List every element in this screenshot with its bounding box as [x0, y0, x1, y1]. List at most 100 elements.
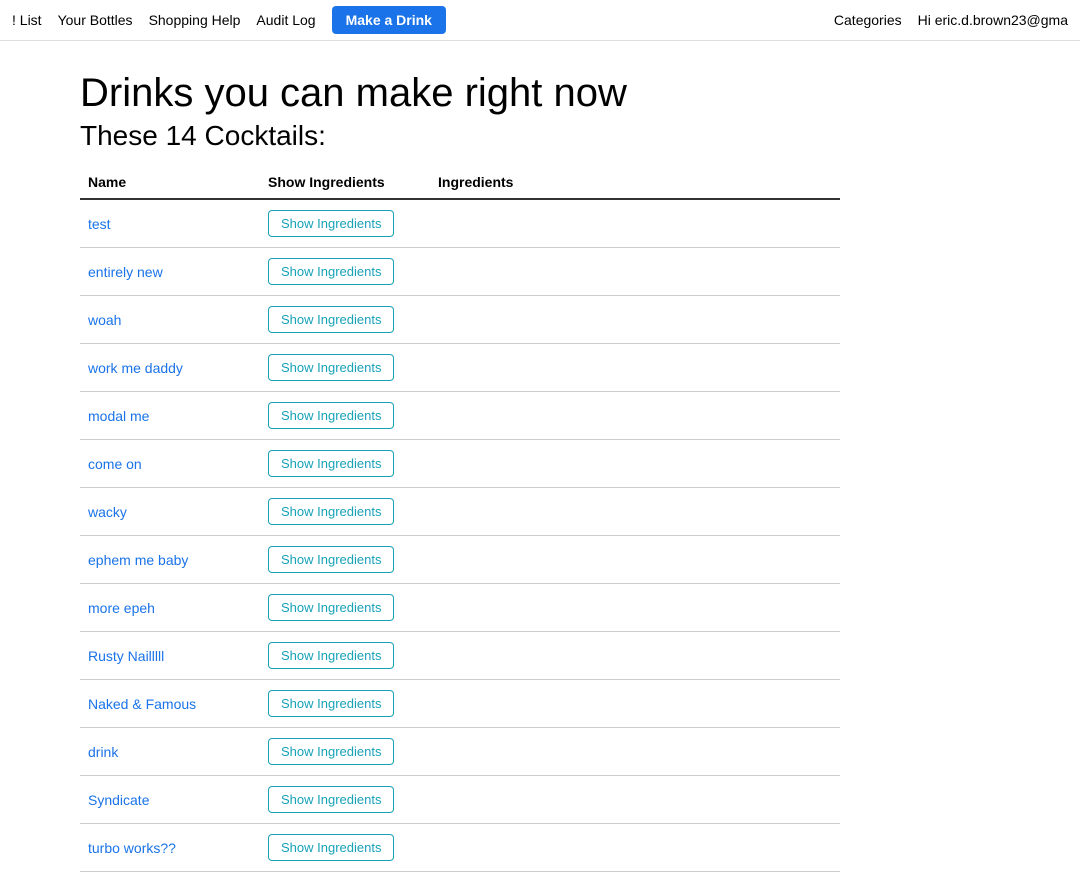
drink-name-cell: Syndicate [80, 776, 260, 824]
drink-name-cell: Rusty Nailllll [80, 632, 260, 680]
table-row: entirely new Show Ingredients [80, 248, 840, 296]
nav-your-bottles-link[interactable]: Your Bottles [58, 12, 133, 28]
drink-link[interactable]: woah [88, 312, 121, 328]
show-ingredients-cell: Show Ingredients [260, 488, 430, 536]
show-ingredients-button[interactable]: Show Ingredients [268, 402, 394, 429]
col-header-name: Name [80, 168, 260, 199]
ingredients-cell [430, 488, 840, 536]
show-ingredients-button[interactable]: Show Ingredients [268, 258, 394, 285]
table-row: work me daddy Show Ingredients [80, 344, 840, 392]
show-ingredients-cell: Show Ingredients [260, 248, 430, 296]
nav-list-link[interactable]: ! List [12, 12, 42, 28]
show-ingredients-button[interactable]: Show Ingredients [268, 738, 394, 765]
drink-name-cell: entirely new [80, 248, 260, 296]
drink-link[interactable]: entirely new [88, 264, 163, 280]
drink-name-cell: Naked & Famous [80, 680, 260, 728]
show-ingredients-button[interactable]: Show Ingredients [268, 690, 394, 717]
show-ingredients-button[interactable]: Show Ingredients [268, 450, 394, 477]
drink-name-cell: ephem me baby [80, 536, 260, 584]
drink-link[interactable]: drink [88, 744, 118, 760]
show-ingredients-cell: Show Ingredients [260, 632, 430, 680]
show-ingredients-button[interactable]: Show Ingredients [268, 546, 394, 573]
col-header-show-ingredients: Show Ingredients [260, 168, 430, 199]
drink-name-cell: come on [80, 440, 260, 488]
drink-link[interactable]: Rusty Nailllll [88, 648, 164, 664]
drink-name-cell: woah [80, 296, 260, 344]
ingredients-cell [430, 632, 840, 680]
show-ingredients-cell: Show Ingredients [260, 728, 430, 776]
navbar: ! List Your Bottles Shopping Help Audit … [0, 0, 1080, 41]
show-ingredients-button[interactable]: Show Ingredients [268, 786, 394, 813]
ingredients-cell [430, 776, 840, 824]
table-row: wacky Show Ingredients [80, 488, 840, 536]
table-row: modal me Show Ingredients [80, 392, 840, 440]
drink-link[interactable]: test [88, 216, 111, 232]
ingredients-cell [430, 584, 840, 632]
show-ingredients-cell: Show Ingredients [260, 680, 430, 728]
nav-right: Categories Hi eric.d.brown23@gma [834, 12, 1068, 28]
show-ingredients-cell: Show Ingredients [260, 584, 430, 632]
ingredients-cell [430, 680, 840, 728]
ingredients-cell [430, 536, 840, 584]
table-body: test Show Ingredients entirely new Show Ing… [80, 199, 840, 872]
nav-shopping-help-link[interactable]: Shopping Help [149, 12, 241, 28]
drink-name-cell: drink [80, 728, 260, 776]
show-ingredients-cell: Show Ingredients [260, 344, 430, 392]
show-ingredients-cell: Show Ingredients [260, 199, 430, 248]
ingredients-cell [430, 296, 840, 344]
table-row: Naked & Famous Show Ingredients [80, 680, 840, 728]
drink-name-cell: modal me [80, 392, 260, 440]
drink-link[interactable]: more epeh [88, 600, 155, 616]
ingredients-cell [430, 728, 840, 776]
show-ingredients-cell: Show Ingredients [260, 776, 430, 824]
page-subheading: These 14 Cocktails: [80, 120, 1000, 152]
drink-link[interactable]: wacky [88, 504, 127, 520]
drink-link[interactable]: work me daddy [88, 360, 183, 376]
table-row: more epeh Show Ingredients [80, 584, 840, 632]
show-ingredients-cell: Show Ingredients [260, 440, 430, 488]
show-ingredients-button[interactable]: Show Ingredients [268, 642, 394, 669]
table-row: turbo works?? Show Ingredients [80, 824, 840, 872]
table-row: woah Show Ingredients [80, 296, 840, 344]
show-ingredients-button[interactable]: Show Ingredients [268, 306, 394, 333]
ingredients-cell [430, 344, 840, 392]
table-header: Name Show Ingredients Ingredients [80, 168, 840, 199]
drink-link[interactable]: Syndicate [88, 792, 149, 808]
drink-link[interactable]: come on [88, 456, 142, 472]
main-content: Drinks you can make right now These 14 C… [0, 41, 1080, 892]
show-ingredients-button[interactable]: Show Ingredients [268, 594, 394, 621]
table-row: ephem me baby Show Ingredients [80, 536, 840, 584]
nav-categories-link[interactable]: Categories [834, 12, 902, 28]
ingredients-cell [430, 824, 840, 872]
drink-link[interactable]: Naked & Famous [88, 696, 196, 712]
drink-name-cell: turbo works?? [80, 824, 260, 872]
drink-name-cell: more epeh [80, 584, 260, 632]
show-ingredients-button[interactable]: Show Ingredients [268, 354, 394, 381]
ingredients-cell [430, 440, 840, 488]
drink-name-cell: work me daddy [80, 344, 260, 392]
cocktails-table: Name Show Ingredients Ingredients test Sh… [80, 168, 840, 872]
table-row: come on Show Ingredients [80, 440, 840, 488]
nav-audit-log-link[interactable]: Audit Log [256, 12, 315, 28]
show-ingredients-cell: Show Ingredients [260, 536, 430, 584]
page-heading: Drinks you can make right now [80, 71, 1000, 116]
show-ingredients-button[interactable]: Show Ingredients [268, 834, 394, 861]
ingredients-cell [430, 248, 840, 296]
table-row: Syndicate Show Ingredients [80, 776, 840, 824]
make-drink-button[interactable]: Make a Drink [332, 6, 446, 34]
show-ingredients-cell: Show Ingredients [260, 824, 430, 872]
show-ingredients-cell: Show Ingredients [260, 392, 430, 440]
drink-link[interactable]: modal me [88, 408, 149, 424]
drink-name-cell: wacky [80, 488, 260, 536]
show-ingredients-button[interactable]: Show Ingredients [268, 210, 394, 237]
col-header-ingredients: Ingredients [430, 168, 840, 199]
table-row: drink Show Ingredients [80, 728, 840, 776]
drink-name-cell: test [80, 199, 260, 248]
table-row: test Show Ingredients [80, 199, 840, 248]
ingredients-cell [430, 392, 840, 440]
show-ingredients-button[interactable]: Show Ingredients [268, 498, 394, 525]
ingredients-cell [430, 199, 840, 248]
table-row: Rusty Nailllll Show Ingredients [80, 632, 840, 680]
drink-link[interactable]: ephem me baby [88, 552, 188, 568]
drink-link[interactable]: turbo works?? [88, 840, 176, 856]
